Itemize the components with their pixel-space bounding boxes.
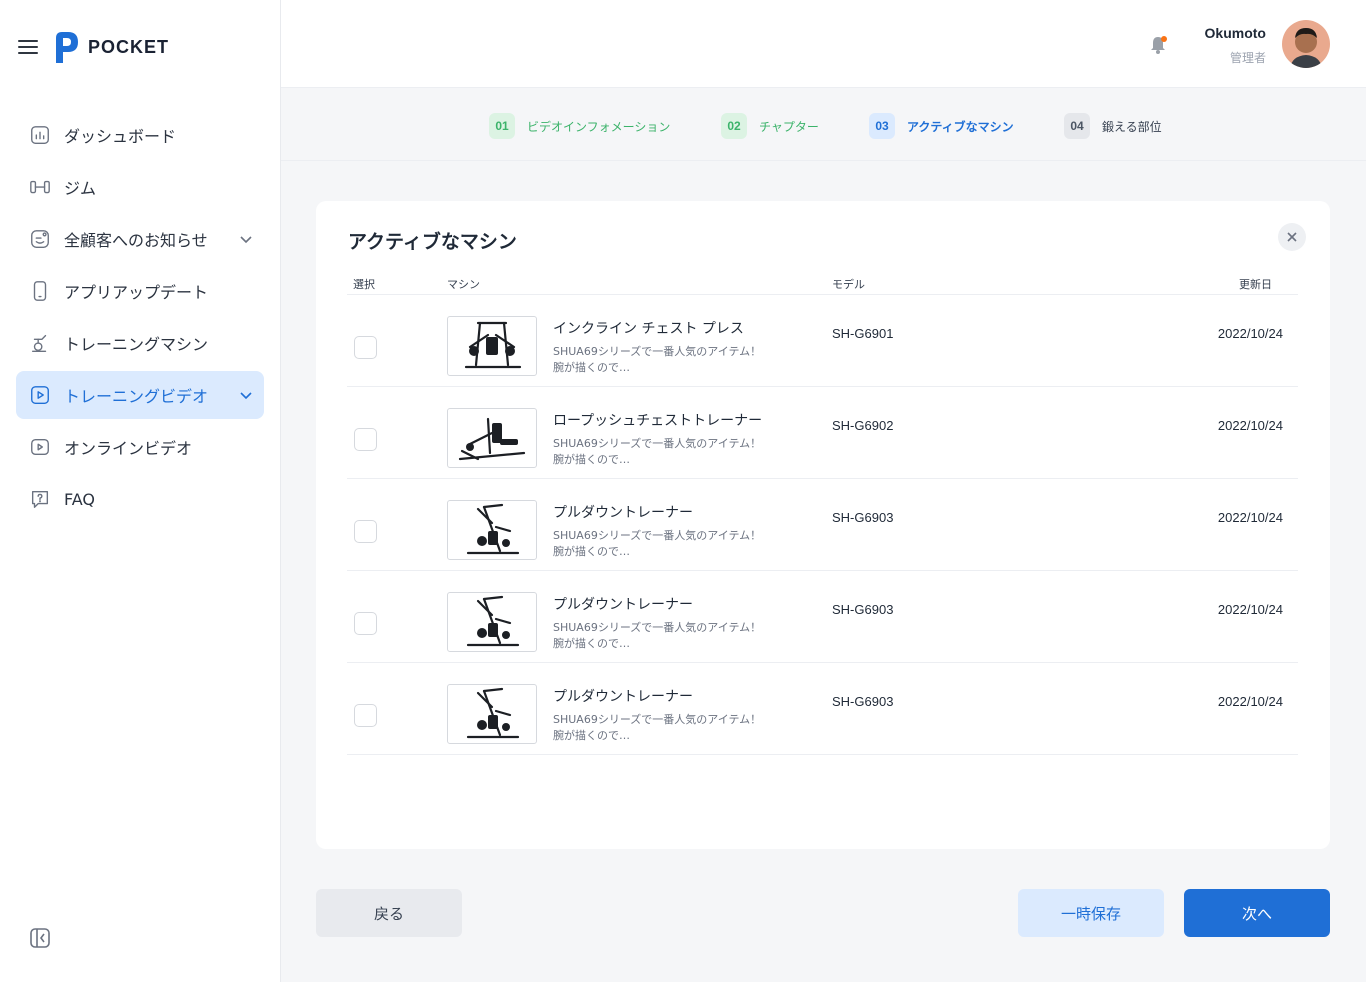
table-header: 選択 マシン モデル 更新日 bbox=[347, 271, 1298, 295]
step-number: 04 bbox=[1064, 113, 1090, 139]
machine-name: プルダウントレーナー bbox=[553, 505, 693, 521]
card-title: アクティブなマシン bbox=[348, 231, 517, 253]
sidebar-item-5[interactable]: トレーニングビデオ bbox=[16, 371, 264, 419]
dashboard-icon bbox=[28, 123, 52, 147]
sidebar-item-4[interactable]: トレーニングマシン bbox=[16, 319, 264, 367]
user-name[interactable]: Okumoto bbox=[1205, 25, 1266, 41]
step-video-info[interactable]: 01 ビデオインフォメーション bbox=[489, 113, 670, 139]
sidebar-item-label: トレーニングビデオ bbox=[64, 387, 209, 406]
sidebar-item-label: FAQ bbox=[64, 489, 95, 509]
sidebar-item-label: ジム bbox=[64, 179, 97, 198]
machine-name: インクライン チェスト プレス bbox=[553, 321, 744, 337]
step-chapter[interactable]: 02 チャプター bbox=[721, 113, 819, 139]
phone-icon bbox=[28, 279, 52, 303]
machine-name: ロープッシュチェストトレーナー bbox=[553, 413, 763, 429]
row-checkbox[interactable] bbox=[354, 612, 377, 635]
step-progress: 01 ビデオインフォメーション 02 チャプター 03 アクティブなマシン 04… bbox=[281, 89, 1366, 161]
machine-thumbnail bbox=[447, 408, 537, 468]
machine-model: SH-G6903 bbox=[832, 694, 894, 709]
sidebar-item-label: アプリアップデート bbox=[64, 283, 209, 302]
table-row[interactable]: プルダウントレーナー SHUA69シリーズで一番人気のアイテム！ 腕が描くので… S… bbox=[347, 663, 1298, 755]
sidebar-item-label: トレーニングマシン bbox=[64, 335, 209, 354]
column-header-machine: マシン bbox=[447, 278, 480, 291]
machine-icon bbox=[28, 331, 52, 355]
step-body-parts[interactable]: 04 鍛える部位 bbox=[1064, 113, 1162, 139]
chevron-down-icon[interactable] bbox=[238, 387, 254, 403]
next-button[interactable]: 次へ bbox=[1184, 889, 1330, 937]
sidebar-item-7[interactable]: FAQ bbox=[16, 475, 264, 523]
updated-date: 2022/10/24 bbox=[1217, 418, 1283, 433]
sidebar-item-2[interactable]: 全顧客へのお知らせ bbox=[16, 215, 264, 263]
step-number: 03 bbox=[869, 113, 895, 139]
row-checkbox[interactable] bbox=[354, 704, 377, 727]
machine-description: SHUA69シリーズで一番人気のアイテム！ 腕が描くので… bbox=[553, 437, 762, 466]
table-row[interactable]: ロープッシュチェストトレーナー SHUA69シリーズで一番人気のアイテム！ 腕が描… bbox=[347, 387, 1298, 479]
sidebar-item-label: 全顧客へのお知らせ bbox=[64, 231, 208, 250]
row-checkbox[interactable] bbox=[354, 520, 377, 543]
sidebar-item-label: ダッシュボード bbox=[64, 127, 177, 146]
sidebar-nav: ダッシュボード ジム全顧客へのお知らせ アプリアップデート トレーニングマシン トレーニ… bbox=[16, 111, 264, 527]
sidebar-item-6[interactable]: オンラインビデオ bbox=[16, 423, 264, 471]
step-label: 鍛える部位 bbox=[1102, 119, 1162, 134]
machine-name: プルダウントレーナー bbox=[553, 597, 693, 613]
pocket-logo-icon bbox=[56, 32, 78, 63]
gym-icon bbox=[28, 175, 52, 199]
updated-date: 2022/10/24 bbox=[1217, 326, 1283, 341]
machine-model: SH-G6903 bbox=[832, 510, 894, 525]
machine-thumbnail bbox=[447, 500, 537, 560]
step-label: ビデオインフォメーション bbox=[527, 119, 671, 134]
back-button[interactable]: 戻る bbox=[316, 889, 462, 937]
machine-description: SHUA69シリーズで一番人気のアイテム！ 腕が描くので… bbox=[553, 345, 762, 374]
machine-thumbnail bbox=[447, 316, 537, 376]
step-label: チャプター bbox=[759, 119, 819, 134]
close-icon bbox=[1287, 232, 1297, 242]
machine-thumbnail bbox=[447, 684, 537, 744]
updated-date: 2022/10/24 bbox=[1217, 602, 1283, 617]
sidebar-item-1[interactable]: ジム bbox=[16, 163, 264, 211]
column-header-updated: 更新日 bbox=[1239, 278, 1272, 291]
collapse-sidebar-icon[interactable] bbox=[28, 926, 52, 950]
table-row[interactable]: プルダウントレーナー SHUA69シリーズで一番人気のアイテム！ 腕が描くので… S… bbox=[347, 571, 1298, 663]
active-machine-card: アクティブなマシン 選択 マシン モデル 更新日 インクライン チェスト プレス… bbox=[316, 201, 1330, 849]
row-checkbox[interactable] bbox=[354, 428, 377, 451]
faq-icon bbox=[28, 487, 52, 511]
step-active-machine[interactable]: 03 アクティブなマシン bbox=[869, 113, 1014, 139]
step-number: 02 bbox=[721, 113, 747, 139]
user-role: 管理者 bbox=[1229, 51, 1266, 65]
sidebar-item-label: オンラインビデオ bbox=[64, 439, 193, 458]
machine-description: SHUA69シリーズで一番人気のアイテム！ 腕が描くので… bbox=[553, 529, 762, 558]
logo-text: POCKET bbox=[88, 36, 170, 57]
online-video-icon bbox=[28, 435, 52, 459]
menu-icon[interactable] bbox=[18, 39, 38, 55]
machine-model: SH-G6903 bbox=[832, 602, 894, 617]
table-row[interactable]: プルダウントレーナー SHUA69シリーズで一番人気のアイテム！ 腕が描くので… S… bbox=[347, 479, 1298, 571]
close-button[interactable] bbox=[1278, 223, 1306, 251]
updated-date: 2022/10/24 bbox=[1217, 510, 1283, 525]
column-header-model: モデル bbox=[832, 278, 865, 291]
machine-description: SHUA69シリーズで一番人気のアイテム！ 腕が描くので… bbox=[553, 621, 762, 650]
machine-model: SH-G6902 bbox=[832, 418, 894, 433]
machine-thumbnail bbox=[447, 592, 537, 652]
machine-name: プルダウントレーナー bbox=[553, 689, 693, 705]
machine-table: 選択 マシン モデル 更新日 インクライン チェスト プレス SHUA69シリーズ… bbox=[347, 271, 1298, 755]
row-checkbox[interactable] bbox=[354, 336, 377, 359]
sidebar-item-0[interactable]: ダッシュボード bbox=[16, 111, 264, 159]
machine-description: SHUA69シリーズで一番人気のアイテム！ 腕が描くので… bbox=[553, 713, 762, 742]
step-label: アクティブなマシン bbox=[907, 119, 1014, 134]
updated-date: 2022/10/24 bbox=[1217, 694, 1283, 709]
sidebar-item-3[interactable]: アプリアップデート bbox=[16, 267, 264, 315]
save-draft-button[interactable]: 一時保存 bbox=[1018, 889, 1164, 937]
top-header: Okumoto 管理者 bbox=[281, 0, 1366, 88]
logo[interactable]: POCKET bbox=[54, 30, 169, 64]
announcement-icon bbox=[28, 227, 52, 251]
notification-bell-icon[interactable] bbox=[1147, 34, 1169, 56]
chevron-down-icon[interactable] bbox=[238, 231, 254, 247]
avatar[interactable] bbox=[1282, 20, 1330, 68]
machine-model: SH-G6901 bbox=[832, 326, 894, 341]
step-number: 01 bbox=[489, 113, 515, 139]
column-header-select: 選択 bbox=[353, 278, 375, 291]
sidebar: POCKET ダッシュボード ジム全顧客へのお知らせ アプリアップデート トレーニング… bbox=[0, 0, 281, 982]
table-row[interactable]: インクライン チェスト プレス SHUA69シリーズで一番人気のアイテム！ 腕が描… bbox=[347, 295, 1298, 387]
video-icon bbox=[28, 383, 52, 407]
